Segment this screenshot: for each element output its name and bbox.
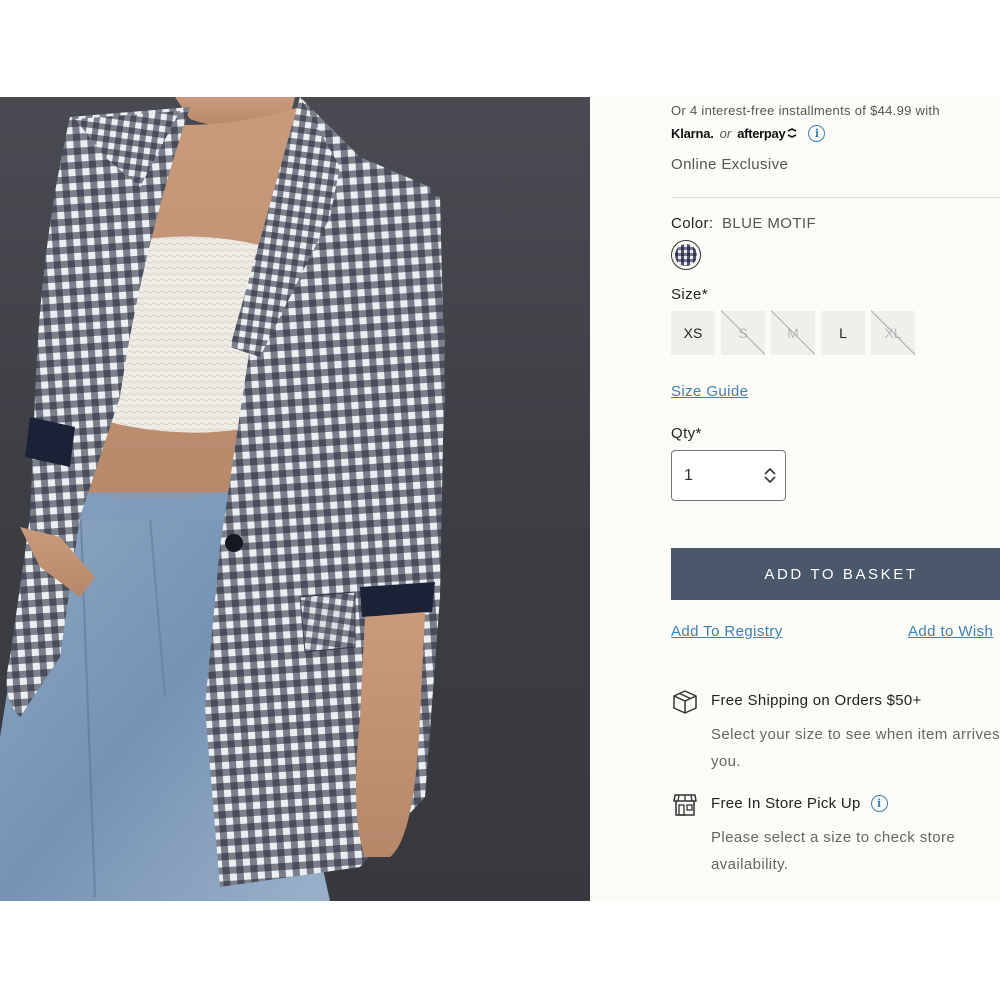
quantity-select[interactable]: 1: [671, 450, 786, 501]
divider: [671, 197, 1000, 198]
payment-options: Klarna. or afterpay i: [671, 123, 826, 143]
shipping-description: Select your size to see when item arrive…: [711, 726, 1000, 770]
box-icon: [673, 690, 697, 714]
product-details-panel: Or 4 interest-free installments of $44.9…: [590, 97, 1000, 901]
swatch-pattern: [675, 244, 697, 266]
add-to-wishlist-link[interactable]: Add to Wish: [908, 623, 993, 640]
store-pickup-info-icon[interactable]: i: [870, 795, 888, 812]
size-options: XS S M L XL: [671, 311, 915, 355]
size-option-xl[interactable]: XL: [871, 311, 915, 355]
installments-text: Or 4 interest-free installments of $44.9…: [671, 103, 940, 118]
chevron-up-down-icon: [764, 468, 776, 483]
add-to-registry-link[interactable]: Add To Registry: [671, 623, 783, 640]
color-swatch-blue-motif[interactable]: [671, 240, 701, 270]
info-icon[interactable]: i: [808, 124, 826, 142]
size-option-m[interactable]: M: [771, 311, 815, 355]
afterpay-logo[interactable]: afterpay: [737, 126, 785, 141]
quantity-value: 1: [684, 466, 693, 484]
color-selector-label: Color: BLUE MOTIF: [671, 215, 816, 232]
size-option-xs[interactable]: XS: [671, 311, 715, 355]
size-option-s[interactable]: S: [721, 311, 765, 355]
product-photo-illustration: [0, 97, 445, 901]
size-guide-link[interactable]: Size Guide: [671, 383, 748, 400]
add-to-basket-button[interactable]: ADD TO BASKET: [671, 548, 1000, 600]
color-label: Color:: [671, 215, 714, 232]
product-image[interactable]: [0, 97, 590, 901]
store-pickup-description: Please select a size to check store avai…: [711, 829, 956, 873]
store-icon: [673, 794, 697, 816]
product-page: Or 4 interest-free installments of $44.9…: [0, 97, 1000, 901]
klarna-logo[interactable]: Klarna.: [671, 126, 714, 141]
afterpay-arrows-icon: [788, 128, 797, 138]
online-exclusive-label: Online Exclusive: [671, 156, 789, 173]
color-value: BLUE MOTIF: [722, 215, 817, 232]
store-pickup-title-row: Free In Store Pick Up i: [711, 795, 888, 812]
or-label: or: [719, 125, 732, 141]
qty-label: Qty*: [671, 425, 702, 442]
size-option-l[interactable]: L: [821, 311, 865, 355]
store-pickup-title: Free In Store Pick Up: [711, 795, 861, 812]
shipping-title: Free Shipping on Orders $50+: [711, 692, 922, 709]
size-label: Size*: [671, 286, 709, 303]
